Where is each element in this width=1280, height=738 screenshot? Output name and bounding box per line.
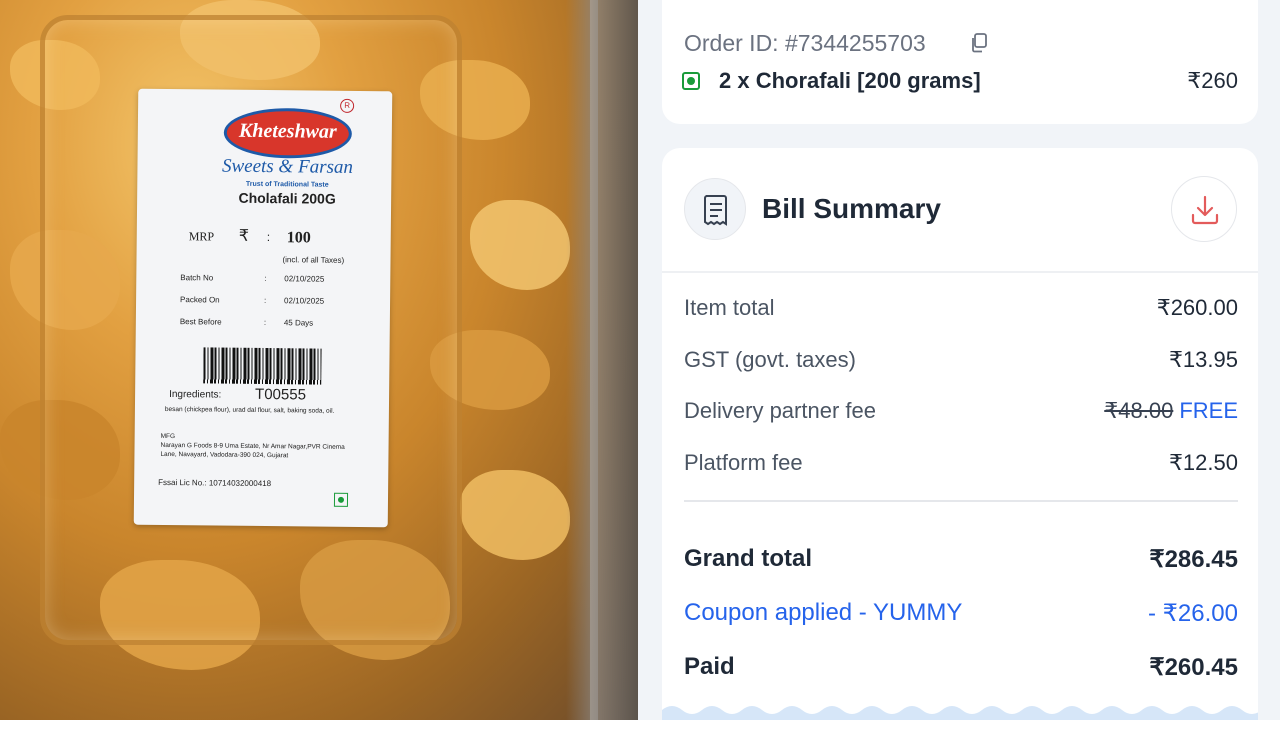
line-label: Item total	[684, 295, 775, 320]
line-value: ₹48.00 FREE	[1104, 398, 1238, 424]
product-code: T00555	[255, 385, 307, 404]
batch-row: Batch No : 02/10/2025	[180, 273, 360, 284]
line-value: ₹13.95	[1168, 347, 1238, 372]
item-total-row: Item total ₹260.00	[684, 295, 1238, 325]
line-value: ₹260.00	[1156, 295, 1238, 320]
receipt-icon	[684, 178, 746, 240]
order-summary-panel: Order ID: #7344255703 2 x Chorafali [200…	[638, 0, 1280, 738]
best-before-row: Best Before : 45 Days	[180, 317, 360, 327]
scalloped-edge	[662, 706, 1258, 720]
grand-total-label: Grand total	[684, 545, 813, 572]
detail-colon: :	[264, 296, 267, 306]
detail-value: 02/10/2025	[284, 274, 325, 284]
header-divider	[662, 271, 1258, 273]
bill-summary-card: Bill Summary Item total ₹260.00 GST (gov…	[662, 148, 1258, 738]
manufacturer: MFG Narayan G Foods 8-9 Uma Estate, Nr A…	[160, 432, 360, 461]
mrp-colon: :	[266, 230, 271, 245]
mrp-label: MRP	[188, 229, 215, 244]
paid-label: Paid	[684, 653, 735, 680]
gst-row: GST (govt. taxes) ₹13.95	[684, 347, 1238, 377]
line-label: GST (govt. taxes)	[684, 347, 856, 372]
detail-colon: :	[263, 318, 267, 328]
sub-brand: Sweets & Farsan	[221, 155, 354, 178]
grand-total-row: Grand total ₹286.45	[684, 545, 1238, 575]
detail-key: Batch No	[180, 273, 214, 283]
original-fee: ₹48.00	[1104, 398, 1174, 423]
tray-rim	[566, 0, 638, 720]
registered-mark: R	[340, 98, 355, 113]
detail-key: Best Before	[179, 317, 222, 327]
packed-row: Packed On : 02/10/2025	[180, 295, 360, 306]
paid-value: ₹260.45	[1149, 654, 1238, 681]
line-label: Platform fee	[684, 450, 803, 475]
rupee-symbol: ₹	[238, 227, 250, 245]
platform-fee-row: Platform fee ₹12.50	[684, 450, 1238, 480]
item-name: 2 x Chorafali [200 grams]	[719, 68, 981, 93]
detail-colon: :	[264, 274, 267, 284]
mrp-value: 100	[286, 229, 311, 247]
line-label: Delivery partner fee	[684, 398, 876, 423]
delivery-fee-row: Delivery partner fee ₹48.00 FREE	[684, 398, 1238, 428]
veg-mark-icon	[333, 492, 349, 507]
item-price: ₹260	[1187, 68, 1238, 93]
order-item-row: 2 x Chorafali [200 grams] ₹260	[682, 68, 1238, 98]
detail-key: Packed On	[180, 295, 220, 305]
snack-piece	[470, 200, 570, 290]
line-value: ₹12.50	[1168, 450, 1238, 475]
mrp-note: (incl. of all Taxes)	[282, 255, 345, 265]
order-card: Order ID: #7344255703 2 x Chorafali [200…	[662, 0, 1258, 124]
product-photo: R Kheteshwar Sweets & Farsan Trust of Tr…	[0, 0, 638, 720]
grand-total-value: ₹286.45	[1149, 546, 1238, 573]
veg-icon	[682, 72, 700, 90]
coupon-value: - ₹26.00	[1148, 600, 1238, 627]
barcode	[203, 347, 322, 385]
paid-row: Paid ₹260.45	[684, 653, 1238, 683]
ingredients-label: Ingredients:	[169, 389, 222, 401]
receipt-glyph	[704, 195, 727, 226]
order-id: Order ID: #7344255703	[684, 30, 926, 56]
tagline: Trust of Traditional Taste	[245, 180, 329, 189]
detail-value: 02/10/2025	[284, 296, 325, 306]
free-badge: FREE	[1179, 398, 1238, 423]
totals-divider	[684, 500, 1238, 502]
mfg-address: Narayan G Foods 8-9 Uma Estate, Nr Amar …	[160, 441, 345, 460]
detail-value: 45 Days	[283, 318, 314, 328]
brand-logo: Kheteshwar	[223, 107, 353, 159]
copy-icon[interactable]	[970, 33, 988, 53]
bill-summary-title: Bill Summary	[762, 193, 941, 224]
ingredients-text: besan (chickpea flour), urad dal flour, …	[164, 405, 335, 415]
fssai-number: Fssai Lic No.: 10714032000418	[158, 477, 272, 489]
download-button[interactable]	[1171, 176, 1237, 242]
coupon-label: Coupon applied - YUMMY	[684, 599, 963, 626]
coupon-row: Coupon applied - YUMMY - ₹26.00	[684, 599, 1238, 629]
product-label: R Kheteshwar Sweets & Farsan Trust of Tr…	[133, 88, 393, 528]
snack-piece	[460, 470, 570, 560]
download-icon	[1191, 195, 1219, 225]
label-product-name: Cholafali 200G	[238, 189, 336, 207]
